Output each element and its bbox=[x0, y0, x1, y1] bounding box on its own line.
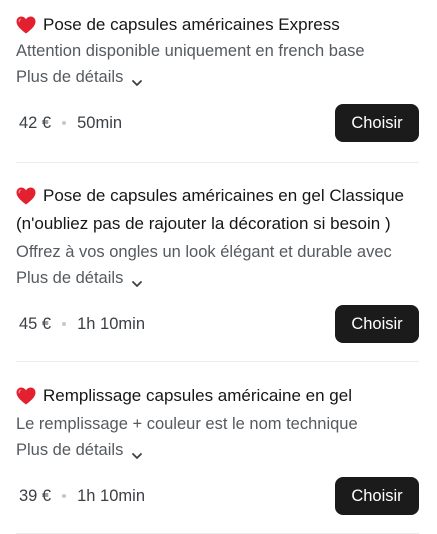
more-details-link[interactable]: Plus de détails bbox=[16, 265, 143, 291]
heart-icon bbox=[16, 12, 36, 38]
chevron-down-icon bbox=[131, 71, 143, 86]
service-title-text: Pose de capsules américaines en gel Clas… bbox=[43, 186, 404, 205]
more-details-link[interactable]: Plus de détails bbox=[16, 64, 143, 90]
choose-button[interactable]: Choisir bbox=[335, 104, 419, 142]
choose-button[interactable]: Choisir bbox=[335, 305, 419, 343]
service-card: Pose de capsules américaines en gel Clas… bbox=[16, 183, 419, 362]
separator-dot bbox=[62, 494, 67, 498]
price: 39 € bbox=[19, 486, 52, 505]
price-row: 39 € 1h 10min Choisir bbox=[16, 477, 419, 515]
service-title: Pose de capsules américaines en gel Clas… bbox=[16, 183, 419, 209]
more-details-label: Plus de détails bbox=[16, 441, 124, 459]
chevron-down-icon bbox=[131, 272, 143, 287]
more-details-link[interactable]: Plus de détails bbox=[16, 437, 143, 463]
price-row: 45 € 1h 10min Choisir bbox=[16, 305, 419, 343]
service-card: Pose de capsules américaines Express Att… bbox=[16, 12, 419, 163]
service-description: Attention disponible uniquement en frenc… bbox=[16, 42, 365, 60]
duration: 1h 10min bbox=[77, 314, 146, 333]
service-title-continuation: (n'oubliez pas de rajouter la décoration… bbox=[16, 211, 419, 237]
heart-icon bbox=[16, 383, 36, 409]
price: 42 € bbox=[19, 113, 52, 132]
service-title-text: Remplissage capsules américaine en gel bbox=[43, 386, 352, 405]
service-card: Remplissage capsules américaine en gel L… bbox=[16, 383, 419, 534]
service-title-text: (n'oubliez pas de rajouter la décoration… bbox=[16, 214, 391, 233]
choose-button[interactable]: Choisir bbox=[335, 477, 419, 515]
service-description: Le remplissage + couleur est le nom tech… bbox=[16, 415, 358, 433]
separator-dot bbox=[62, 322, 67, 326]
service-title: Remplissage capsules américaine en gel bbox=[16, 383, 419, 409]
service-title: Pose de capsules américaines Express bbox=[16, 12, 419, 38]
duration: 1h 10min bbox=[77, 486, 146, 505]
duration: 50min bbox=[77, 113, 123, 132]
service-description: Offrez à vos ongles un look élégant et d… bbox=[16, 243, 392, 261]
chevron-down-icon bbox=[131, 444, 143, 459]
service-title-text: Pose de capsules américaines Express bbox=[43, 15, 340, 34]
price-duration: 42 € 50min bbox=[16, 114, 122, 133]
more-details-label: Plus de détails bbox=[16, 269, 124, 287]
price: 45 € bbox=[19, 314, 52, 333]
price-duration: 39 € 1h 10min bbox=[16, 487, 145, 506]
more-details-label: Plus de détails bbox=[16, 68, 124, 86]
price-duration: 45 € 1h 10min bbox=[16, 315, 145, 334]
price-row: 42 € 50min Choisir bbox=[16, 104, 419, 142]
separator-dot bbox=[62, 121, 67, 125]
heart-icon bbox=[16, 183, 36, 209]
